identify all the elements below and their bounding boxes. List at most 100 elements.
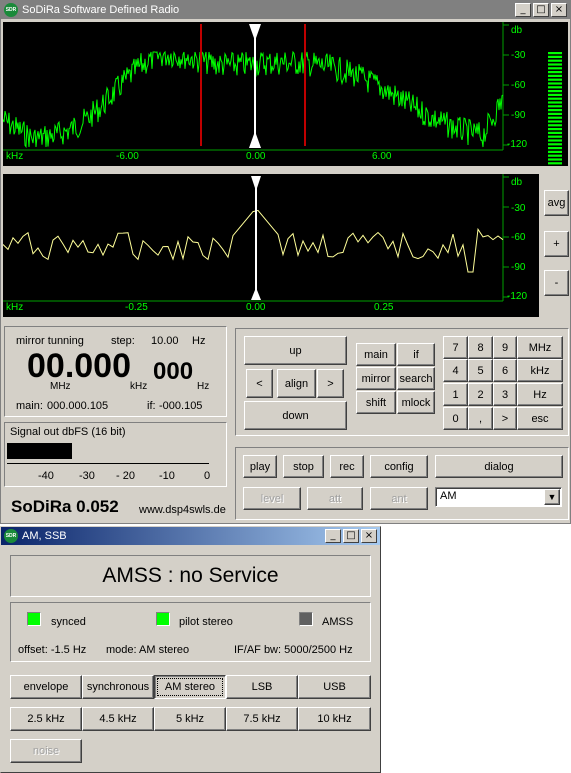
signal-meter-panel: Signal out dbFS (16 bit) -40 -30 - 20 -1… (4, 422, 227, 487)
minimize-icon[interactable]: _ (325, 529, 341, 543)
zoom-spectrum-display[interactable]: db -30 -60 -90 -120 kHz -0.25 0.00 0.25 (3, 174, 539, 317)
att-button[interactable]: att (307, 487, 363, 510)
signal-meter-axis (7, 463, 209, 464)
usb-button[interactable]: USB (298, 675, 371, 699)
synced-label: synced (51, 616, 86, 628)
close-icon[interactable]: × (361, 529, 377, 543)
keypad-khz-button[interactable]: kHz (517, 359, 563, 382)
demod-select-value: AM (440, 490, 457, 502)
minimize-icon[interactable]: _ (515, 3, 531, 17)
level-meter-segment (548, 52, 562, 55)
bandwidth-4-5-button[interactable]: 4.5 kHz (82, 707, 154, 731)
scale-tick: -30 (79, 470, 95, 482)
keypad-mhz-button[interactable]: MHz (517, 336, 563, 359)
envelope-button[interactable]: envelope (10, 675, 82, 699)
level-meter-segment (548, 63, 562, 66)
level-meter-segment (548, 131, 562, 134)
if-freq-value: -000.105 (159, 400, 203, 412)
tune-left-button[interactable]: < (246, 369, 273, 398)
zoom-tuning-cursor[interactable] (251, 176, 261, 300)
align-button[interactable]: align (277, 369, 316, 398)
main-title-bar[interactable]: SDR SoDiRa Software Defined Radio _ □ × (1, 1, 570, 19)
am-stereo-button[interactable]: AM stereo (154, 675, 226, 699)
close-icon[interactable]: × (551, 3, 567, 17)
keypad-3-button[interactable]: 3 (493, 383, 517, 406)
keypad-7-button[interactable]: 7 (443, 336, 468, 359)
spectrum-display[interactable]: db -30 -60 -90 -120 kHz -6.00 0.00 6.00 (3, 22, 568, 166)
bandwidth-2-5-button[interactable]: 2.5 kHz (10, 707, 82, 731)
step-value[interactable]: 10.00 (151, 335, 179, 347)
if-mode-button[interactable]: if (397, 343, 435, 366)
keypad-9-button[interactable]: 9 (493, 336, 517, 359)
noise-button[interactable]: noise (10, 739, 82, 763)
frequency-hz-digits[interactable]: 000 (153, 358, 193, 386)
am-title-bar[interactable]: SDR AM, SSB _ □ × (1, 527, 380, 545)
level-meter-segment (548, 74, 562, 77)
dialog-button[interactable]: dialog (435, 455, 563, 478)
bandwidth-7-5-button[interactable]: 7.5 kHz (226, 707, 298, 731)
keypad-esc-button[interactable]: esc (517, 407, 563, 430)
bandwidth-10-button[interactable]: 10 kHz (298, 707, 371, 731)
level-meter-segment (548, 124, 562, 127)
keypad-4-button[interactable]: 4 (443, 359, 468, 382)
sodira-logo-icon: SDR (4, 3, 18, 17)
keypad-0-button[interactable]: 0 (443, 407, 468, 430)
config-button[interactable]: config (370, 455, 428, 478)
demod-select[interactable]: AM ▼ (435, 487, 562, 507)
frequency-main-digits[interactable]: 00.000 (27, 347, 131, 386)
tuning-cursor[interactable] (249, 24, 261, 148)
lsb-button[interactable]: LSB (226, 675, 298, 699)
level-meter-segment (548, 116, 562, 119)
khz-unit-label: kHz (130, 381, 148, 392)
db-label: db (511, 25, 523, 36)
keypad-next-button[interactable]: > (493, 407, 517, 430)
step-unit: Hz (192, 335, 206, 347)
spectrum-plot (3, 22, 562, 165)
keypad-6-button[interactable]: 6 (493, 359, 517, 382)
ant-button[interactable]: ant (370, 487, 428, 510)
am-status-panel: synced pilot stereo AMSS offset: -1.5 Hz… (10, 602, 371, 662)
stop-button[interactable]: stop (283, 455, 324, 478)
keypad-comma-button[interactable]: , (468, 407, 493, 430)
mirror-mode-button[interactable]: mirror (356, 367, 396, 390)
zoom-in-button[interactable]: + (544, 231, 569, 257)
y-tick: -90 (511, 262, 526, 273)
avg-button[interactable]: avg (544, 190, 569, 216)
tune-down-button[interactable]: down (244, 401, 347, 430)
dropdown-arrow-icon[interactable]: ▼ (544, 489, 560, 505)
tune-up-button[interactable]: up (244, 336, 347, 365)
hz-unit-label: Hz (197, 381, 210, 392)
synchronous-button[interactable]: synchronous (82, 675, 154, 699)
level-meter-segment (548, 67, 562, 70)
zoom-spectrum-trace (3, 209, 504, 273)
keypad-1-button[interactable]: 1 (443, 383, 468, 406)
tune-right-button[interactable]: > (317, 369, 344, 398)
level-button[interactable]: level (243, 487, 301, 510)
shift-mode-button[interactable]: shift (356, 391, 396, 414)
keypad-5-button[interactable]: 5 (468, 359, 493, 382)
level-meter-segment (548, 93, 562, 96)
offset-readout: offset: -1.5 Hz (18, 644, 87, 656)
bandwidth-5-button[interactable]: 5 kHz (154, 707, 226, 731)
keypad-8-button[interactable]: 8 (468, 336, 493, 359)
main-mode-button[interactable]: main (356, 343, 396, 366)
main-freq-value: 000.000.105 (47, 400, 109, 412)
x-tick: 6.00 (372, 151, 392, 162)
signal-level-bar (7, 443, 72, 459)
level-meter-segment (548, 128, 562, 131)
maximize-icon[interactable]: □ (343, 529, 359, 543)
mlock-mode-button[interactable]: mlock (397, 391, 435, 414)
level-meter-segment (548, 78, 562, 81)
zoom-out-button[interactable]: - (544, 270, 569, 296)
record-button[interactable]: rec (330, 455, 364, 478)
keypad-2-button[interactable]: 2 (468, 383, 493, 406)
maximize-icon[interactable]: □ (533, 3, 549, 17)
db-label: db (511, 177, 523, 188)
website-link[interactable]: www.dsp4swls.de (139, 504, 226, 516)
level-meter-segment (548, 120, 562, 123)
keypad-hz-button[interactable]: Hz (517, 383, 563, 406)
y-tick: -60 (511, 80, 526, 91)
play-button[interactable]: play (243, 455, 277, 478)
search-mode-button[interactable]: search (397, 367, 435, 390)
y-tick: -30 (511, 50, 526, 61)
